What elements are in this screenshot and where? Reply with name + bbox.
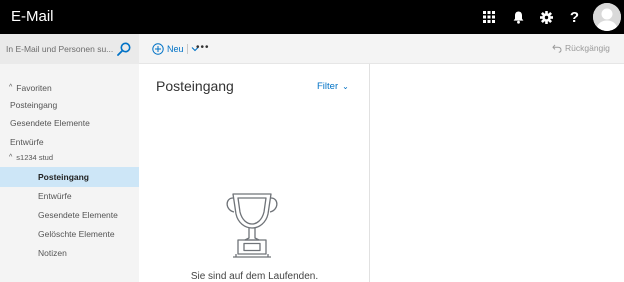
sidebar-item-label: Gesendete Elemente [38, 209, 118, 220]
chevron-up-icon[interactable]: ^ [9, 84, 12, 91]
app-title[interactable]: E-Mail [11, 7, 54, 27]
sidebar-item-label: Gesendete Elemente [10, 117, 90, 128]
sidebar-item-notes[interactable]: Notizen [0, 243, 139, 262]
chevron-down-icon: ⌄ [342, 82, 349, 91]
sidebar-item-deleted[interactable]: Gelöschte Elemente [0, 224, 139, 243]
new-button-divider [186, 44, 188, 54]
more-actions-button[interactable]: ••• [196, 42, 210, 54]
sidebar-item-label: Posteingang [10, 99, 58, 110]
avatar[interactable] [593, 3, 621, 31]
undo-icon [552, 44, 562, 53]
account-group[interactable]: ^ s1234 stud [0, 148, 139, 167]
filter-button[interactable]: Filter ⌄ [317, 81, 349, 92]
app-launcher-icon[interactable] [475, 0, 502, 34]
command-bar: In E-Mail und Personen su... Neu ••• Rüc… [0, 34, 624, 64]
plus-circle-icon [152, 43, 164, 55]
search-icon[interactable] [117, 42, 131, 56]
gear-icon[interactable] [533, 0, 560, 34]
message-list-pane: Posteingang Filter ⌄ Sie sind auf dem La… [139, 64, 370, 282]
sidebar-item-inbox[interactable]: Posteingang [0, 167, 139, 187]
help-icon[interactable]: ? [561, 0, 588, 34]
folder-pane: ^ Favoriten Posteingang Gesendete Elemen… [0, 64, 139, 282]
trophy-icon [226, 193, 278, 258]
undo-button[interactable]: Rückgängig [552, 43, 610, 53]
sidebar-item-sent[interactable]: Gesendete Elemente [0, 205, 139, 224]
new-button-label: Neu [167, 44, 184, 54]
help-glyph: ? [569, 8, 580, 26]
sidebar-item-drafts[interactable]: Entwürfe [0, 186, 139, 205]
bell-icon[interactable] [505, 0, 532, 34]
sidebar-item-label: Favoriten [16, 82, 52, 93]
sidebar-item-label: Entwürfe [10, 136, 44, 147]
search-input[interactable]: In E-Mail und Personen su... [0, 34, 139, 64]
new-message-button[interactable]: Neu [152, 42, 199, 56]
reading-pane [371, 64, 624, 282]
sidebar-item-favorites-sent[interactable]: Gesendete Elemente [0, 113, 139, 132]
sidebar-item-favorites-inbox[interactable]: Posteingang [0, 95, 139, 114]
sidebar-item-label: Posteingang [38, 172, 90, 182]
filter-label: Filter [317, 81, 339, 92]
undo-label: Rückgängig [565, 43, 610, 53]
chevron-up-icon[interactable]: ^ [9, 154, 12, 161]
sidebar-item-label: Notizen [38, 247, 67, 258]
empty-state-message: Sie sind auf dem Laufenden. [190, 271, 319, 282]
sidebar-item-label: Gelöschte Elemente [38, 228, 115, 239]
search-placeholder: In E-Mail und Personen su... [6, 44, 114, 54]
sidebar-item-label: s1234 stud [16, 153, 53, 162]
top-bar: E-Mail ? [0, 0, 624, 34]
page-title: Posteingang [156, 78, 234, 94]
sidebar-item-label: Entwürfe [38, 190, 72, 201]
